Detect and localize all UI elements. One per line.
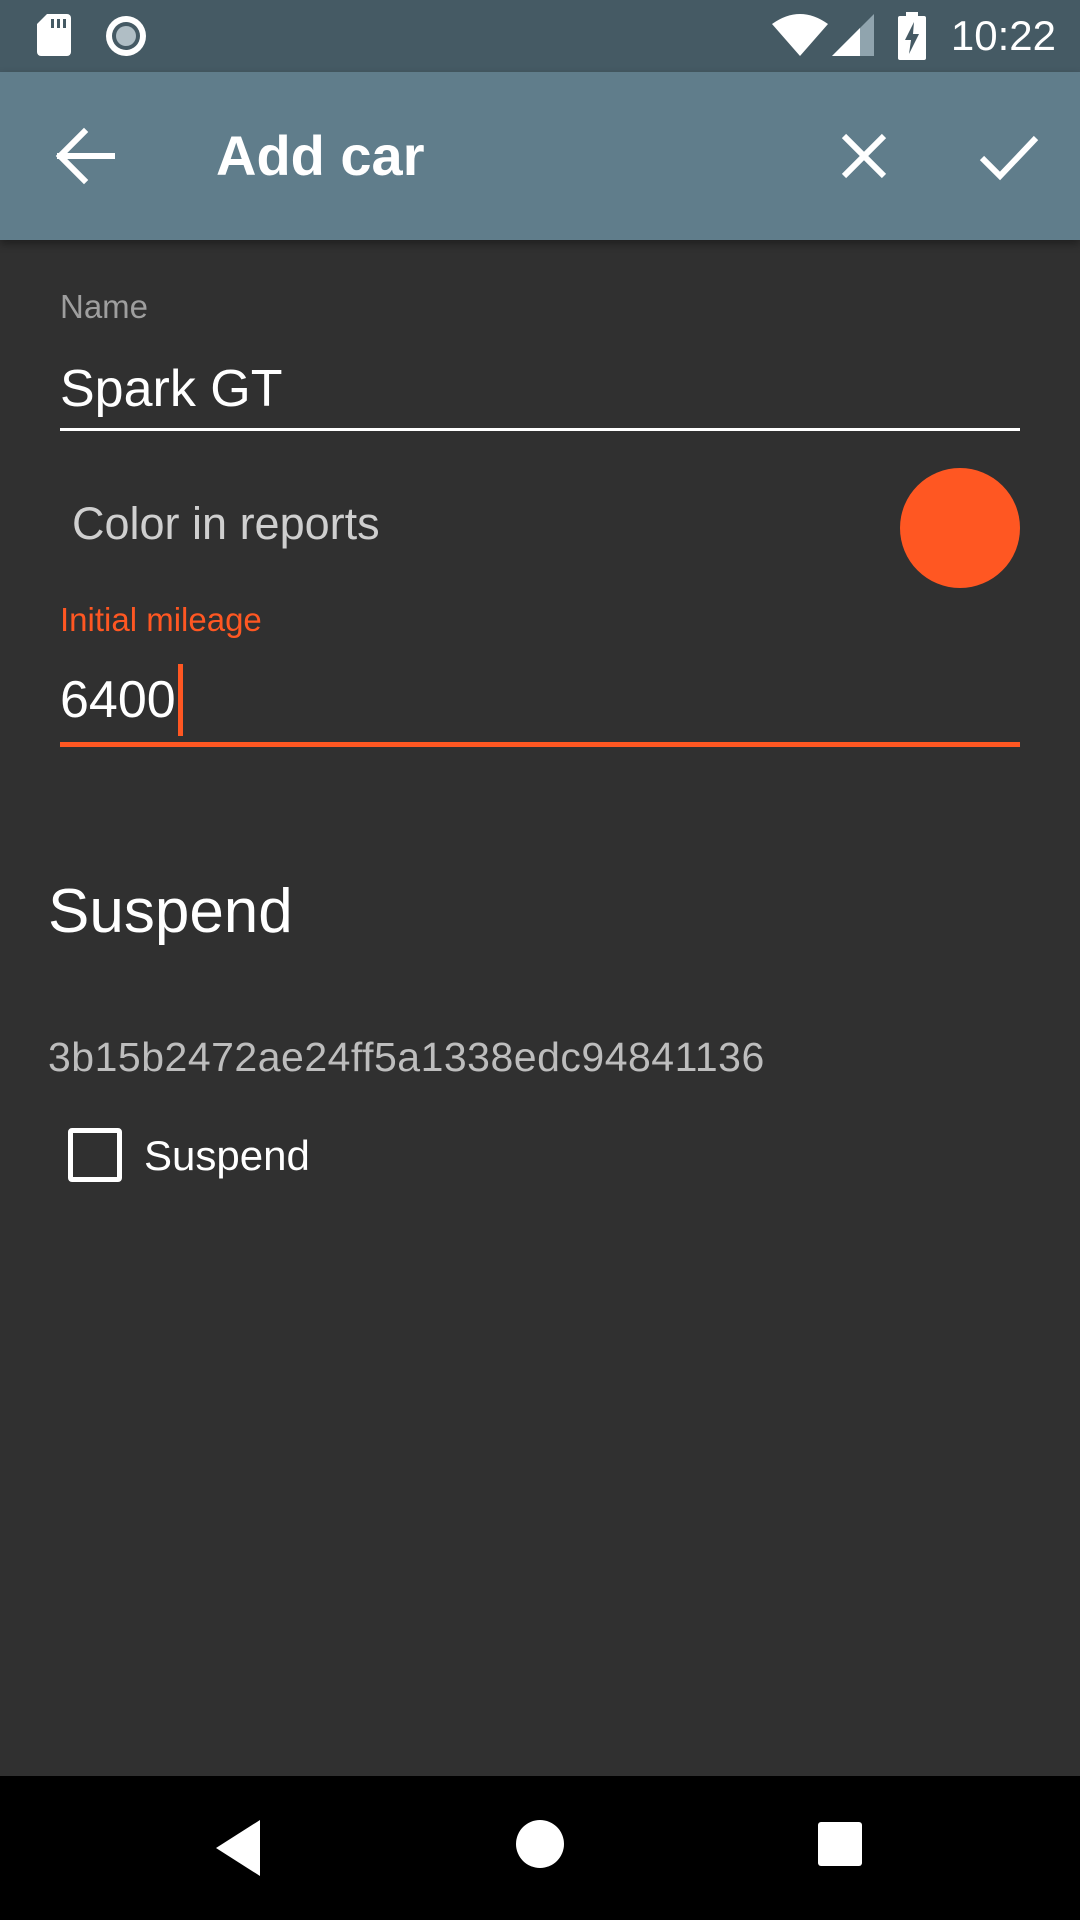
color-label: Color in reports bbox=[72, 498, 380, 549]
status-bar: 10:22 bbox=[0, 0, 1080, 72]
suspend-checkbox-label: Suspend bbox=[144, 1132, 310, 1179]
nav-recents-icon[interactable] bbox=[818, 1822, 862, 1866]
text-cursor bbox=[178, 664, 183, 736]
screen: 10:22 Add car Name Color in reports Init… bbox=[0, 0, 1080, 1920]
suspend-section-title: Suspend bbox=[48, 877, 293, 946]
color-picker-button[interactable] bbox=[900, 468, 1020, 588]
name-input[interactable] bbox=[60, 354, 1020, 424]
name-label: Name bbox=[60, 288, 149, 325]
status-time: 10:22 bbox=[950, 12, 1056, 59]
nav-back-icon[interactable] bbox=[216, 1820, 264, 1876]
mileage-input[interactable] bbox=[60, 664, 1020, 736]
mileage-underline bbox=[60, 742, 1020, 747]
nav-home-icon[interactable] bbox=[516, 1820, 564, 1868]
mileage-label: Initial mileage bbox=[60, 601, 262, 638]
navigation-bar bbox=[0, 1776, 1080, 1920]
page-title: Add car bbox=[216, 124, 425, 187]
name-underline bbox=[60, 428, 1020, 431]
close-icon[interactable] bbox=[828, 120, 900, 192]
back-arrow-icon[interactable] bbox=[52, 120, 118, 192]
signal-icon bbox=[832, 14, 874, 56]
app-bar: Add car bbox=[0, 72, 1080, 240]
battery-charging-icon bbox=[898, 12, 926, 60]
wifi-icon bbox=[772, 14, 828, 56]
sync-icon bbox=[106, 16, 146, 56]
car-id-text: 3b15b2472ae24ff5a1338edc94841136 bbox=[48, 1034, 765, 1080]
suspend-checkbox[interactable] bbox=[68, 1128, 122, 1182]
check-icon[interactable] bbox=[972, 120, 1044, 192]
sd-card-icon bbox=[37, 14, 71, 56]
